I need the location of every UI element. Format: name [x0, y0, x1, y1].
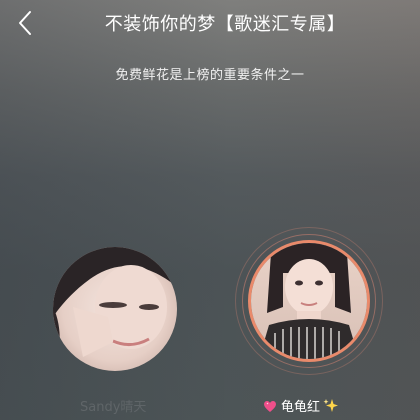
avatar-photo-left: [53, 247, 177, 371]
page-title: 不装饰你的梦【歌迷汇专属】: [104, 14, 346, 35]
sparkles-icon: [323, 398, 339, 414]
hint-text: 免费鲜花是上榜的重要条件之一: [115, 68, 305, 83]
avatar-left[interactable]: [53, 247, 177, 371]
back-button[interactable]: [8, 6, 42, 40]
contestant-name-right: 龟龟红: [262, 396, 339, 415]
avatar-photo-right: [251, 243, 367, 359]
top-bar: 不装饰你的梦【歌迷汇专属】: [0, 0, 420, 48]
contestant-name-right-label: 龟龟红: [281, 400, 321, 415]
avatar-right[interactable]: [248, 240, 370, 362]
sparkling-heart-icon: [262, 398, 278, 414]
contestant-name-left: Sandy晴天: [80, 400, 147, 415]
chevron-left-icon: [19, 11, 31, 35]
